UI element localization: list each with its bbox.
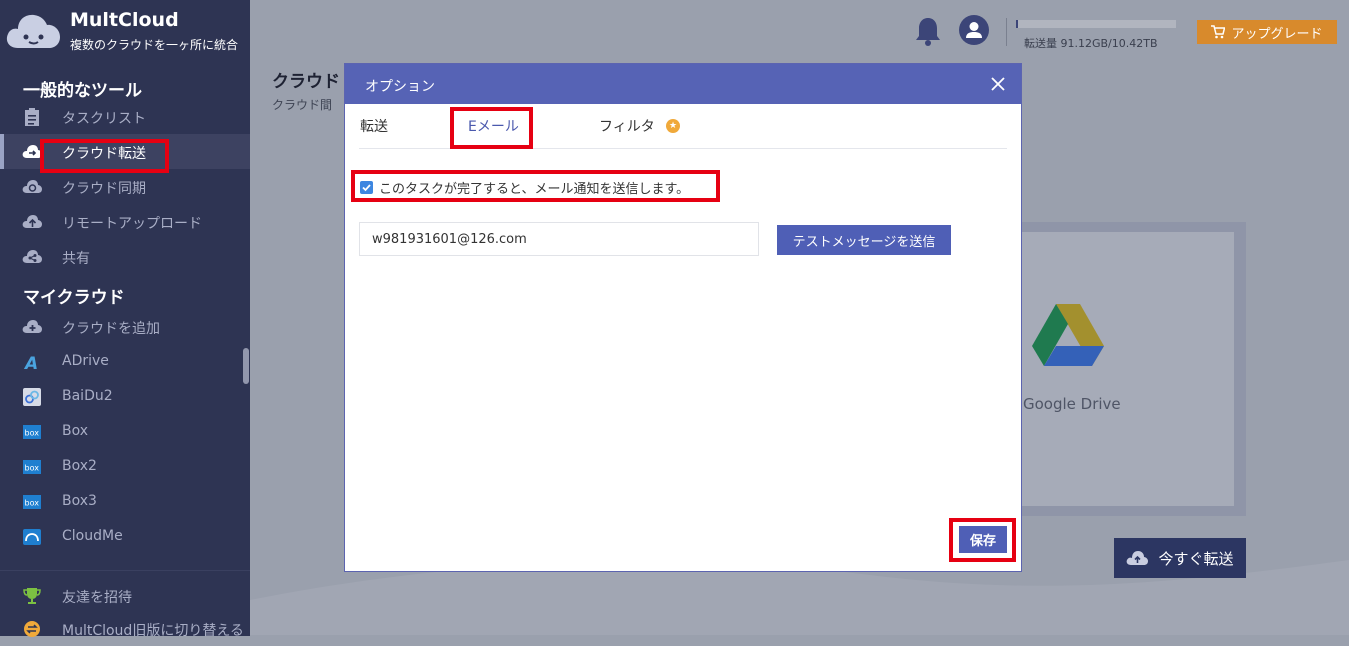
checkmark-icon bbox=[362, 184, 371, 192]
target-cloud-label: Google Drive bbox=[1023, 395, 1121, 413]
sidebar-item-adrive[interactable]: A ADrive bbox=[0, 344, 250, 379]
page-subtitle: クラウド間 bbox=[272, 98, 333, 112]
multcloud-logo-icon bbox=[6, 14, 61, 48]
cloud-upload-icon bbox=[1127, 551, 1149, 565]
sidebar-item-cloud-sync[interactable]: クラウド同期 bbox=[0, 169, 250, 204]
svg-text:box: box bbox=[25, 499, 40, 508]
sidebar-bottom: 友達を招待 MultCloud旧版に切り替える bbox=[0, 570, 250, 639]
usage-text: 転送量 91.12GB/10.42TB bbox=[1024, 37, 1158, 50]
cloud-transfer-icon bbox=[22, 142, 42, 162]
cart-icon bbox=[1211, 25, 1226, 39]
user-avatar[interactable] bbox=[959, 15, 989, 45]
cloud-sync-icon bbox=[22, 177, 42, 197]
usage-progress-bar bbox=[1016, 20, 1176, 28]
trophy-icon bbox=[22, 586, 42, 606]
send-test-message-button[interactable]: テストメッセージを送信 bbox=[777, 225, 951, 255]
svg-text:A: A bbox=[23, 354, 38, 371]
email-input[interactable] bbox=[359, 222, 759, 256]
my-clouds-heading: マイクラウド bbox=[23, 288, 125, 308]
email-notify-checkbox[interactable] bbox=[360, 181, 373, 194]
sidebar-item-label: Box bbox=[62, 423, 89, 439]
sidebar-item-label: クラウド転送 bbox=[62, 146, 146, 162]
add-cloud-icon bbox=[22, 317, 42, 337]
sidebar-item-add-cloud[interactable]: クラウドを追加 bbox=[0, 309, 250, 344]
sidebar-item-cloud-transfer[interactable]: クラウド転送 bbox=[0, 134, 250, 169]
sidebar-item-label: ADrive bbox=[62, 353, 109, 369]
google-drive-icon bbox=[1032, 304, 1104, 366]
sidebar-item-label: リモートアップロード bbox=[62, 216, 202, 232]
sidebar-item-label: MultCloud旧版に切り替える bbox=[62, 623, 244, 639]
sidebar: MultCloud 複数のクラウドを一ヶ所に統合 一般的なツール タスクリスト … bbox=[0, 0, 250, 639]
sidebar-item-label: BaiDu2 bbox=[62, 388, 113, 404]
sidebar-item-label: クラウドを追加 bbox=[62, 321, 160, 337]
sidebar-item-remote-upload[interactable]: リモートアップロード bbox=[0, 204, 250, 239]
notification-bell-icon[interactable] bbox=[914, 15, 942, 47]
sidebar-item-invite-friends[interactable]: 友達を招待 bbox=[0, 578, 250, 613]
transfer-now-label: 今すぐ転送 bbox=[1158, 549, 1234, 568]
sidebar-item-label: 共有 bbox=[62, 251, 90, 267]
upgrade-label: アップグレード bbox=[1231, 26, 1323, 42]
email-notify-label: このタスクが完了すると、メール通知を送信します。 bbox=[379, 182, 690, 197]
target-cloud-card[interactable] bbox=[1010, 222, 1246, 516]
sidebar-item-box[interactable]: box Box bbox=[0, 414, 250, 449]
task-list-icon bbox=[22, 107, 42, 127]
sidebar-item-label: CloudMe bbox=[62, 528, 123, 544]
svg-text:box: box bbox=[25, 464, 40, 473]
premium-star-icon: ★ bbox=[666, 119, 680, 133]
tab-transfer[interactable]: 転送 bbox=[360, 116, 388, 136]
target-cloud-card-inner bbox=[1018, 232, 1234, 506]
app-logo[interactable]: MultCloud 複数のクラウドを一ヶ所に統合 bbox=[0, 0, 250, 62]
baidu-icon bbox=[22, 387, 42, 407]
svg-text:box: box bbox=[25, 429, 40, 438]
close-icon[interactable] bbox=[988, 74, 1008, 94]
share-icon bbox=[22, 247, 42, 267]
app-name: MultCloud bbox=[70, 9, 179, 31]
box-icon: box bbox=[22, 492, 42, 512]
page-title: クラウド bbox=[272, 72, 340, 92]
sidebar-scrollbar[interactable] bbox=[243, 348, 249, 384]
sidebar-item-box3[interactable]: box Box3 bbox=[0, 484, 250, 519]
sidebar-item-baidu2[interactable]: BaiDu2 bbox=[0, 379, 250, 414]
tools-heading: 一般的なツール bbox=[23, 81, 142, 101]
usage-progress-fill bbox=[1016, 20, 1018, 28]
modal-header: オプション bbox=[345, 64, 1021, 104]
tab-filter[interactable]: フィルタ bbox=[599, 116, 655, 136]
box-icon: box bbox=[22, 457, 42, 477]
sidebar-item-task-list[interactable]: タスクリスト bbox=[0, 99, 250, 134]
sidebar-item-label: Box3 bbox=[62, 493, 97, 509]
adrive-icon: A bbox=[22, 352, 42, 372]
remote-upload-icon bbox=[22, 212, 42, 232]
modal-title: オプション bbox=[365, 79, 435, 95]
save-button[interactable]: 保存 bbox=[959, 526, 1007, 553]
transfer-now-button[interactable]: 今すぐ転送 bbox=[1114, 538, 1246, 578]
sidebar-item-switch-old-version[interactable]: MultCloud旧版に切り替える bbox=[0, 611, 250, 646]
sidebar-item-cloudme[interactable]: CloudMe bbox=[0, 519, 250, 554]
header-divider bbox=[1006, 18, 1007, 46]
top-bar bbox=[250, 0, 1349, 62]
box-icon: box bbox=[22, 422, 42, 442]
sidebar-item-label: タスクリスト bbox=[62, 111, 146, 127]
email-notify-option[interactable]: このタスクが完了すると、メール通知を送信します。 bbox=[360, 178, 689, 197]
upgrade-button[interactable]: アップグレード bbox=[1197, 20, 1337, 44]
tab-divider bbox=[359, 148, 1007, 149]
sidebar-item-label: Box2 bbox=[62, 458, 97, 474]
sidebar-item-label: 友達を招待 bbox=[62, 590, 132, 606]
cloudme-icon bbox=[22, 527, 42, 547]
user-icon bbox=[966, 22, 982, 38]
tab-email[interactable]: Eメール bbox=[468, 116, 519, 136]
app-tagline: 複数のクラウドを一ヶ所に統合 bbox=[70, 38, 239, 52]
sidebar-item-share[interactable]: 共有 bbox=[0, 239, 250, 274]
options-modal: オプション 転送 Eメール フィルタ ★ このタスクが完了すると、メール通知を送… bbox=[344, 63, 1022, 572]
sidebar-item-label: クラウド同期 bbox=[62, 181, 146, 197]
switch-icon bbox=[22, 619, 42, 639]
sidebar-item-box2[interactable]: box Box2 bbox=[0, 449, 250, 484]
